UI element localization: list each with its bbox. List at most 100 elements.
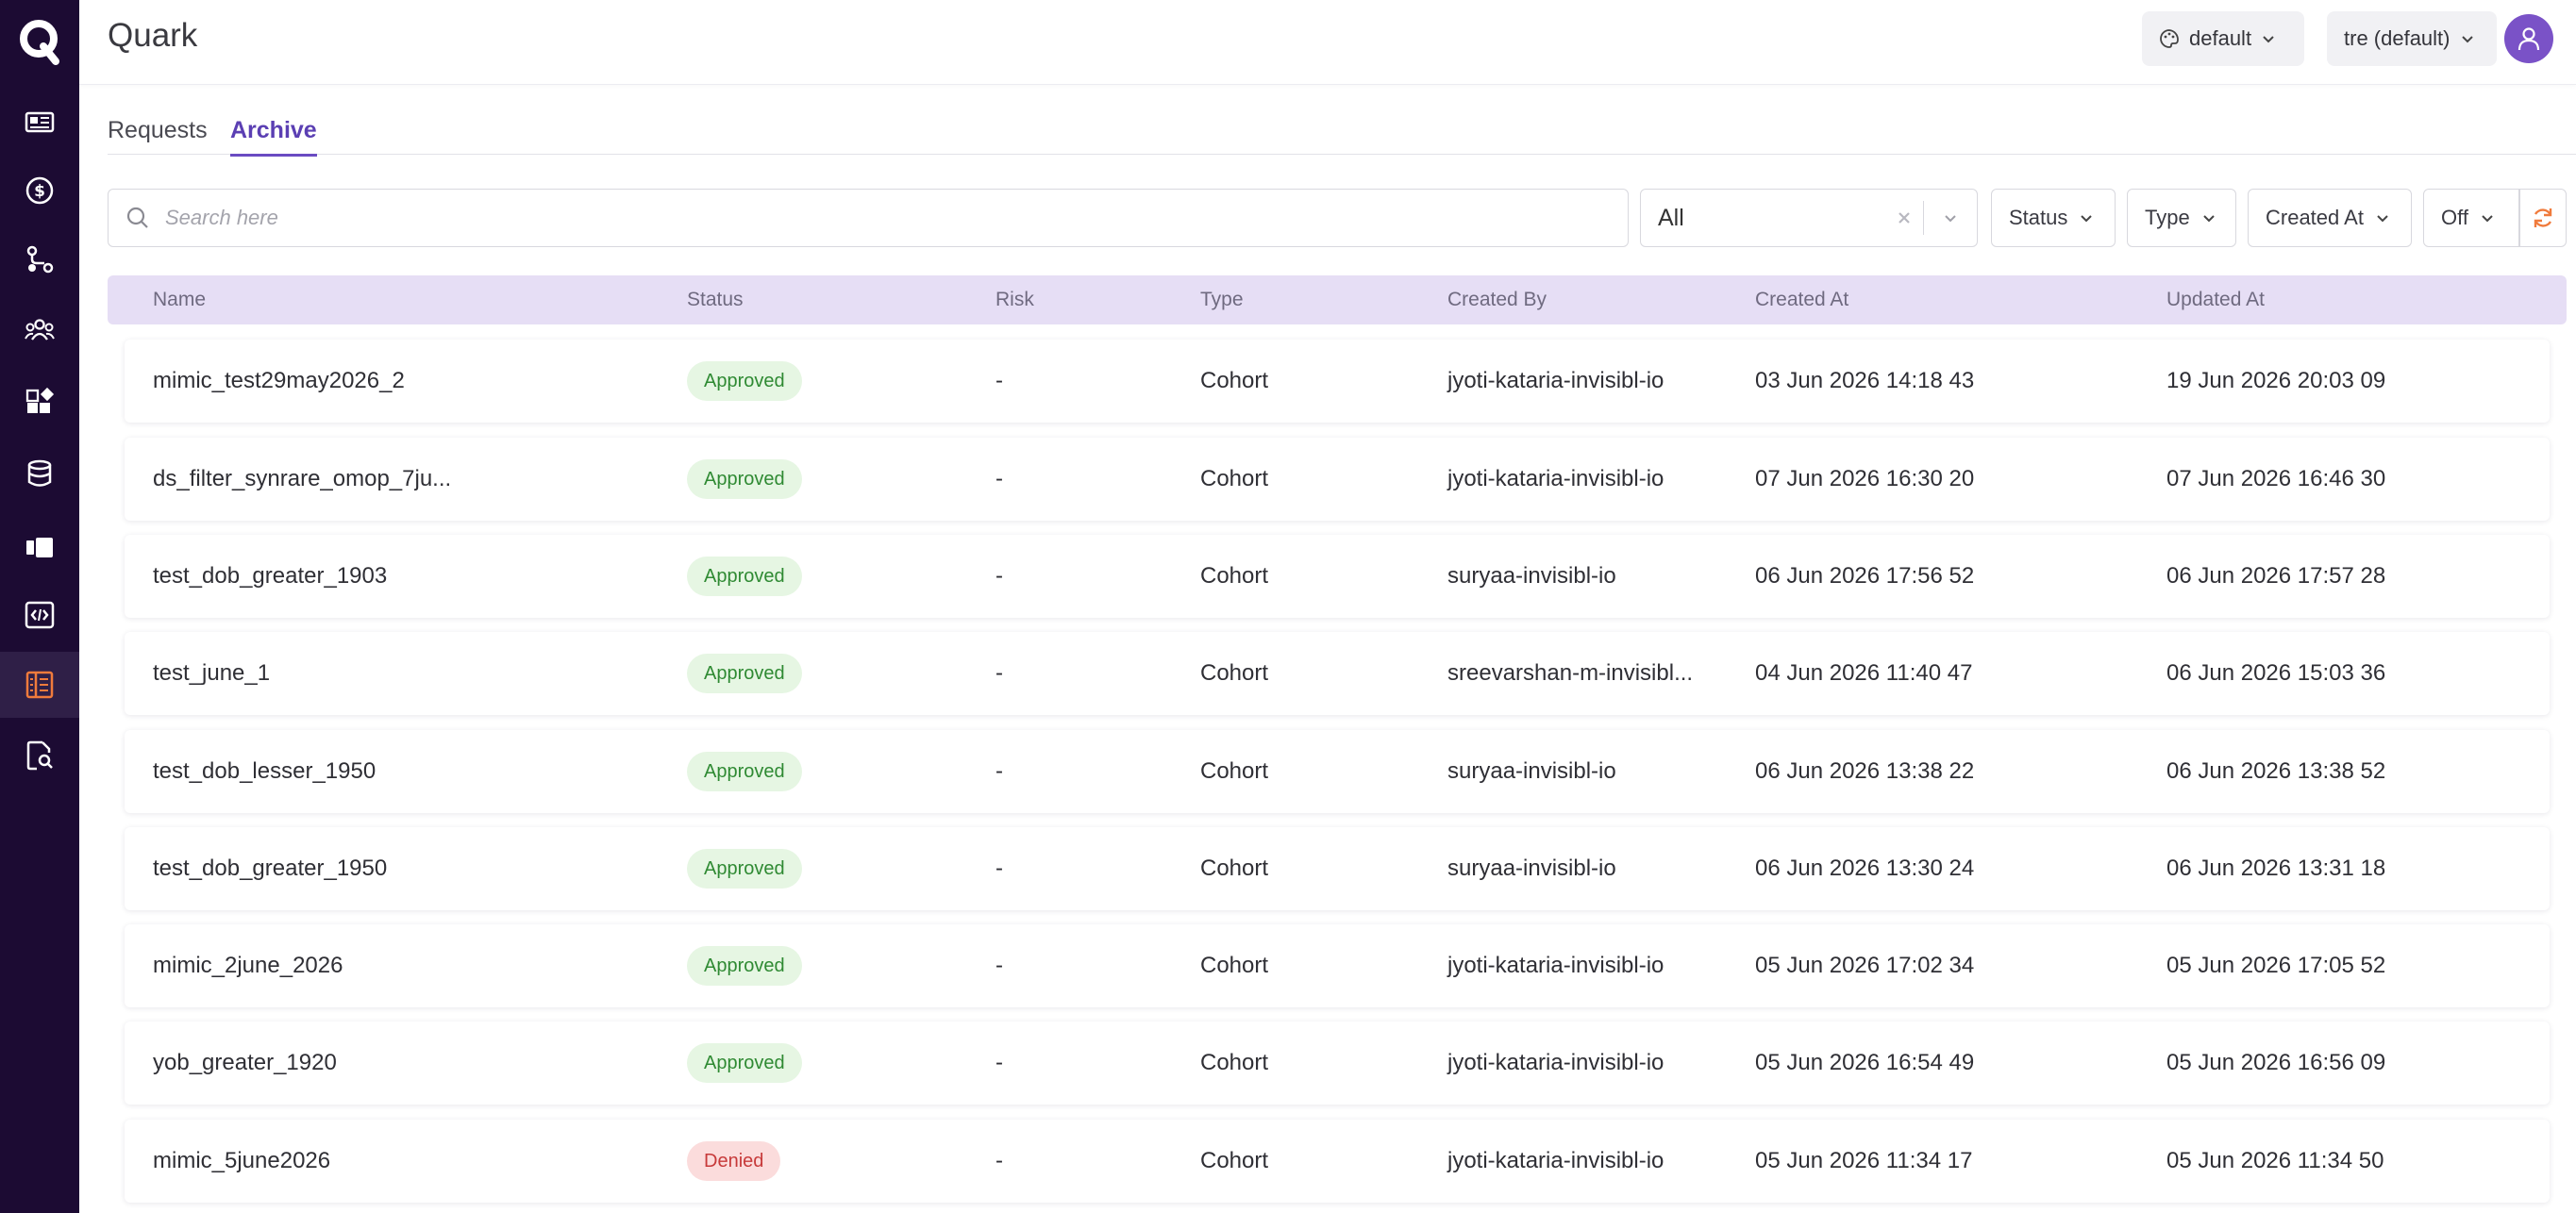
- app-title: Quark: [108, 17, 198, 54]
- table-row[interactable]: mimic_2june_2026 Approved - Cohort jyoti…: [125, 924, 2550, 1007]
- dollar-icon: $: [25, 176, 54, 205]
- row-type: Cohort: [1200, 1148, 1269, 1173]
- row-created-at: 07 Jun 2026 16:30 20: [1755, 466, 1975, 491]
- row-created-by: suryaa-invisibl-io: [1447, 856, 1616, 881]
- sidebar-item-news[interactable]: [0, 89, 79, 155]
- column-header-risk[interactable]: Risk: [995, 289, 1034, 311]
- row-type: Cohort: [1200, 563, 1269, 589]
- row-created-by: suryaa-invisibl-io: [1447, 758, 1616, 784]
- status-badge: Approved: [687, 459, 802, 499]
- code-icon: [25, 601, 55, 629]
- row-risk: -: [995, 368, 1003, 393]
- user-avatar[interactable]: [2504, 14, 2553, 63]
- top-header: Quark default tre (default): [79, 0, 2576, 85]
- row-name: ds_filter_synrare_omop_7ju...: [153, 466, 452, 491]
- chevron-down-icon: [2263, 36, 2274, 43]
- column-header-created-at[interactable]: Created At: [1755, 289, 1848, 311]
- workspace-dropdown-label: tre (default): [2344, 26, 2451, 50]
- table-row[interactable]: test_dob_lesser_1950 Approved - Cohort s…: [125, 730, 2550, 813]
- table-row[interactable]: mimic_test29may2026_2 Approved - Cohort …: [125, 340, 2550, 423]
- status-badge: Approved: [687, 849, 802, 889]
- sidebar-item-archive-table[interactable]: [0, 652, 79, 718]
- status-badge: Approved: [687, 946, 802, 986]
- row-name: test_june_1: [153, 660, 271, 686]
- table-row[interactable]: test_dob_greater_1950 Approved - Cohort …: [125, 827, 2550, 910]
- sidebar-item-code[interactable]: [0, 582, 79, 648]
- row-risk: -: [995, 563, 1003, 589]
- status-badge: Approved: [687, 1043, 802, 1083]
- row-updated-at: 07 Jun 2026 16:46 30: [2166, 466, 2386, 491]
- database-icon: [27, 459, 52, 487]
- row-name: mimic_5june2026: [153, 1148, 331, 1173]
- theme-dropdown-label: default: [2189, 26, 2252, 50]
- clear-icon[interactable]: [1885, 210, 1923, 225]
- column-header-created-by[interactable]: Created By: [1447, 289, 1547, 311]
- palette-icon: [2160, 29, 2179, 48]
- sidebar: $: [0, 0, 79, 1213]
- row-created-at: 06 Jun 2026 13:38 22: [1755, 758, 1975, 784]
- row-risk: -: [995, 1148, 1003, 1173]
- sidebar-item-cards[interactable]: [0, 514, 79, 580]
- sidebar-item-widgets[interactable]: [0, 370, 79, 436]
- type-filter-label: Type: [2145, 206, 2190, 229]
- status-filter-button[interactable]: Status: [1991, 189, 2116, 247]
- row-created-at: 03 Jun 2026 14:18 43: [1755, 368, 1975, 393]
- sidebar-item-database[interactable]: [0, 440, 79, 507]
- row-type: Cohort: [1200, 660, 1269, 686]
- user-icon: [2517, 27, 2540, 51]
- row-name: yob_greater_1920: [153, 1050, 337, 1075]
- document-search-icon: [26, 740, 53, 771]
- row-risk: -: [995, 466, 1003, 491]
- type-filter-button[interactable]: Type: [2127, 189, 2236, 247]
- table-row[interactable]: yob_greater_1920 Approved - Cohort jyoti…: [125, 1022, 2550, 1105]
- refresh-button[interactable]: [2519, 189, 2567, 247]
- row-risk: -: [995, 953, 1003, 978]
- tab-archive[interactable]: Archive: [230, 117, 317, 157]
- created-at-sort-button[interactable]: Created At: [2248, 189, 2412, 247]
- row-type: Cohort: [1200, 466, 1269, 491]
- search-input[interactable]: [165, 206, 1611, 230]
- auto-refresh-dropdown[interactable]: Off: [2423, 189, 2519, 247]
- sidebar-item-users[interactable]: [0, 297, 79, 363]
- column-header-type[interactable]: Type: [1200, 289, 1244, 311]
- chevron-down-icon[interactable]: [1924, 209, 1977, 226]
- scope-select[interactable]: All: [1640, 189, 1978, 247]
- quark-logo-icon[interactable]: [11, 13, 68, 70]
- row-type: Cohort: [1200, 856, 1269, 881]
- row-risk: -: [995, 660, 1003, 686]
- row-created-by: sreevarshan-m-invisibl...: [1447, 660, 1694, 686]
- table-row[interactable]: test_dob_greater_1903 Approved - Cohort …: [125, 535, 2550, 618]
- row-created-at: 05 Jun 2026 16:54 49: [1755, 1050, 1975, 1075]
- row-updated-at: 05 Jun 2026 17:05 52: [2166, 953, 2386, 978]
- table-row[interactable]: test_june_1 Approved - Cohort sreevarsha…: [125, 632, 2550, 715]
- sidebar-item-workflows[interactable]: [0, 226, 79, 292]
- table-header: Name Status Risk Type Created By Created…: [108, 275, 2567, 324]
- row-updated-at: 19 Jun 2026 20:03 09: [2166, 368, 2386, 393]
- status-badge: Denied: [687, 1141, 781, 1181]
- table-row[interactable]: mimic_5june2026 Denied - Cohort jyoti-ka…: [125, 1120, 2550, 1203]
- table-row[interactable]: ds_filter_synrare_omop_7ju... Approved -…: [125, 438, 2550, 521]
- tab-requests[interactable]: Requests: [108, 117, 208, 154]
- row-created-at: 06 Jun 2026 13:30 24: [1755, 856, 1975, 881]
- created-at-sort-label: Created At: [2266, 206, 2364, 229]
- chevron-down-icon: [2482, 215, 2493, 223]
- app-root: $ Quark default tre (default) Requests A…: [0, 0, 2576, 1213]
- theme-dropdown[interactable]: default: [2142, 11, 2304, 66]
- row-type: Cohort: [1200, 1050, 1269, 1075]
- sidebar-item-document-search[interactable]: [0, 723, 79, 789]
- news-icon: [25, 111, 55, 133]
- column-header-status[interactable]: Status: [687, 289, 744, 311]
- chevron-down-icon: [2202, 215, 2215, 223]
- column-header-name[interactable]: Name: [153, 289, 206, 311]
- row-name: mimic_2june_2026: [153, 953, 343, 978]
- row-name: test_dob_greater_1903: [153, 563, 388, 589]
- search-field[interactable]: [108, 189, 1629, 247]
- row-risk: -: [995, 758, 1003, 784]
- sidebar-item-billing[interactable]: $: [0, 158, 79, 224]
- status-badge: Approved: [687, 361, 802, 401]
- column-header-updated-at[interactable]: Updated At: [2166, 289, 2265, 311]
- cards-icon: [26, 538, 53, 557]
- row-created-by: jyoti-kataria-invisibl-io: [1447, 368, 1664, 393]
- row-updated-at: 06 Jun 2026 13:38 52: [2166, 758, 2386, 784]
- workspace-dropdown[interactable]: tre (default): [2327, 11, 2497, 66]
